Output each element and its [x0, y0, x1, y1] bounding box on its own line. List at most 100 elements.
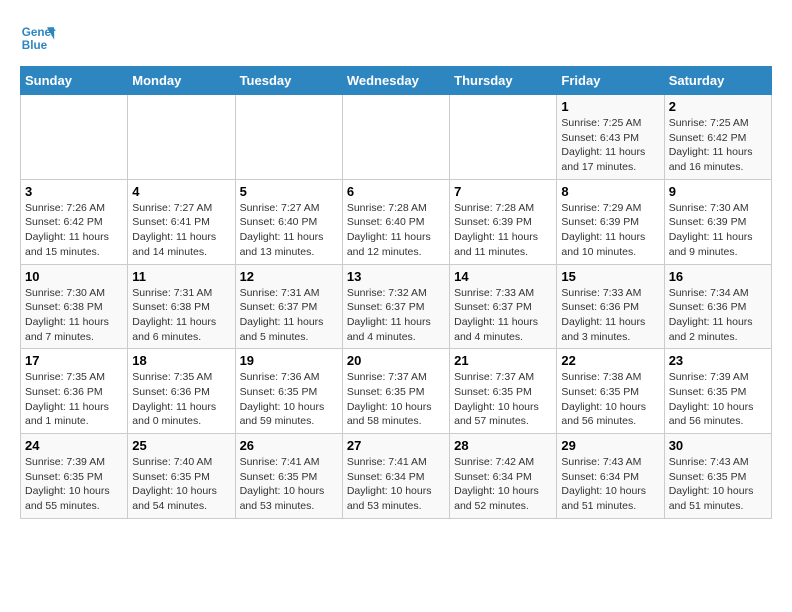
calendar-cell: 22 Sunrise: 7:38 AM Sunset: 6:35 PM Dayli…: [557, 349, 664, 434]
day-info: Sunrise: 7:35 AM Sunset: 6:36 PM Dayligh…: [25, 370, 123, 429]
calendar-cell: [235, 95, 342, 180]
day-info: Sunrise: 7:32 AM Sunset: 6:37 PM Dayligh…: [347, 286, 445, 345]
day-info: Sunrise: 7:30 AM Sunset: 6:39 PM Dayligh…: [669, 201, 767, 260]
weekday-header-tuesday: Tuesday: [235, 67, 342, 95]
calendar-cell: 12 Sunrise: 7:31 AM Sunset: 6:37 PM Dayli…: [235, 264, 342, 349]
calendar-cell: 1 Sunrise: 7:25 AM Sunset: 6:43 PM Daylig…: [557, 95, 664, 180]
calendar-cell: 3 Sunrise: 7:26 AM Sunset: 6:42 PM Daylig…: [21, 179, 128, 264]
day-number: 12: [240, 269, 338, 284]
day-info: Sunrise: 7:30 AM Sunset: 6:38 PM Dayligh…: [25, 286, 123, 345]
day-number: 24: [25, 438, 123, 453]
day-number: 19: [240, 353, 338, 368]
day-number: 29: [561, 438, 659, 453]
calendar-cell: 26 Sunrise: 7:41 AM Sunset: 6:35 PM Dayli…: [235, 434, 342, 519]
day-number: 8: [561, 184, 659, 199]
day-number: 4: [132, 184, 230, 199]
day-number: 14: [454, 269, 552, 284]
calendar-cell: 28 Sunrise: 7:42 AM Sunset: 6:34 PM Dayli…: [450, 434, 557, 519]
calendar-cell: 29 Sunrise: 7:43 AM Sunset: 6:34 PM Dayli…: [557, 434, 664, 519]
day-info: Sunrise: 7:31 AM Sunset: 6:38 PM Dayligh…: [132, 286, 230, 345]
calendar-cell: 18 Sunrise: 7:35 AM Sunset: 6:36 PM Dayli…: [128, 349, 235, 434]
logo-icon: General Blue: [20, 20, 56, 56]
day-number: 28: [454, 438, 552, 453]
day-info: Sunrise: 7:42 AM Sunset: 6:34 PM Dayligh…: [454, 455, 552, 514]
day-number: 1: [561, 99, 659, 114]
day-number: 13: [347, 269, 445, 284]
calendar-cell: 9 Sunrise: 7:30 AM Sunset: 6:39 PM Daylig…: [664, 179, 771, 264]
logo: General Blue: [20, 20, 56, 56]
day-info: Sunrise: 7:36 AM Sunset: 6:35 PM Dayligh…: [240, 370, 338, 429]
day-number: 15: [561, 269, 659, 284]
calendar-cell: 6 Sunrise: 7:28 AM Sunset: 6:40 PM Daylig…: [342, 179, 449, 264]
day-info: Sunrise: 7:35 AM Sunset: 6:36 PM Dayligh…: [132, 370, 230, 429]
day-number: 30: [669, 438, 767, 453]
day-number: 5: [240, 184, 338, 199]
day-number: 21: [454, 353, 552, 368]
calendar-cell: 4Sunrise: 7:27 AM Sunset: 6:41 PM Daylig…: [128, 179, 235, 264]
day-info: Sunrise: 7:25 AM Sunset: 6:42 PM Dayligh…: [669, 116, 767, 175]
day-number: 11: [132, 269, 230, 284]
day-number: 22: [561, 353, 659, 368]
calendar-cell: 8 Sunrise: 7:29 AM Sunset: 6:39 PM Daylig…: [557, 179, 664, 264]
weekday-header-monday: Monday: [128, 67, 235, 95]
day-info: Sunrise: 7:40 AM Sunset: 6:35 PM Dayligh…: [132, 455, 230, 514]
day-number: 9: [669, 184, 767, 199]
day-number: 2: [669, 99, 767, 114]
weekday-header-saturday: Saturday: [664, 67, 771, 95]
calendar-cell: 17 Sunrise: 7:35 AM Sunset: 6:36 PM Dayli…: [21, 349, 128, 434]
calendar-cell: [342, 95, 449, 180]
day-info: Sunrise: 7:41 AM Sunset: 6:35 PM Dayligh…: [240, 455, 338, 514]
day-info: Sunrise: 7:28 AM Sunset: 6:39 PM Dayligh…: [454, 201, 552, 260]
calendar-cell: 14 Sunrise: 7:33 AM Sunset: 6:37 PM Dayli…: [450, 264, 557, 349]
day-info: Sunrise: 7:34 AM Sunset: 6:36 PM Dayligh…: [669, 286, 767, 345]
day-number: 3: [25, 184, 123, 199]
day-number: 17: [25, 353, 123, 368]
day-info: Sunrise: 7:27 AM Sunset: 6:40 PM Dayligh…: [240, 201, 338, 260]
calendar-cell: 11 Sunrise: 7:31 AM Sunset: 6:38 PM Dayli…: [128, 264, 235, 349]
calendar-cell: 7Sunrise: 7:28 AM Sunset: 6:39 PM Daylig…: [450, 179, 557, 264]
calendar-cell: 25Sunrise: 7:40 AM Sunset: 6:35 PM Dayli…: [128, 434, 235, 519]
day-info: Sunrise: 7:41 AM Sunset: 6:34 PM Dayligh…: [347, 455, 445, 514]
day-number: 23: [669, 353, 767, 368]
day-number: 26: [240, 438, 338, 453]
calendar-cell: [450, 95, 557, 180]
day-info: Sunrise: 7:38 AM Sunset: 6:35 PM Dayligh…: [561, 370, 659, 429]
calendar-cell: [128, 95, 235, 180]
day-info: Sunrise: 7:39 AM Sunset: 6:35 PM Dayligh…: [669, 370, 767, 429]
calendar-cell: 10 Sunrise: 7:30 AM Sunset: 6:38 PM Dayli…: [21, 264, 128, 349]
day-info: Sunrise: 7:28 AM Sunset: 6:40 PM Dayligh…: [347, 201, 445, 260]
calendar-cell: 20 Sunrise: 7:37 AM Sunset: 6:35 PM Dayli…: [342, 349, 449, 434]
weekday-header-friday: Friday: [557, 67, 664, 95]
day-number: 10: [25, 269, 123, 284]
day-info: Sunrise: 7:25 AM Sunset: 6:43 PM Dayligh…: [561, 116, 659, 175]
calendar-cell: 2 Sunrise: 7:25 AM Sunset: 6:42 PM Daylig…: [664, 95, 771, 180]
calendar-cell: 19 Sunrise: 7:36 AM Sunset: 6:35 PM Dayli…: [235, 349, 342, 434]
calendar-cell: 16Sunrise: 7:34 AM Sunset: 6:36 PM Dayli…: [664, 264, 771, 349]
day-info: Sunrise: 7:43 AM Sunset: 6:35 PM Dayligh…: [669, 455, 767, 514]
day-info: Sunrise: 7:26 AM Sunset: 6:42 PM Dayligh…: [25, 201, 123, 260]
calendar-cell: 24Sunrise: 7:39 AM Sunset: 6:35 PM Dayli…: [21, 434, 128, 519]
day-info: Sunrise: 7:33 AM Sunset: 6:36 PM Dayligh…: [561, 286, 659, 345]
calendar-cell: 23 Sunrise: 7:39 AM Sunset: 6:35 PM Dayli…: [664, 349, 771, 434]
day-number: 6: [347, 184, 445, 199]
calendar-cell: 21 Sunrise: 7:37 AM Sunset: 6:35 PM Dayli…: [450, 349, 557, 434]
calendar-cell: 13 Sunrise: 7:32 AM Sunset: 6:37 PM Dayli…: [342, 264, 449, 349]
calendar-cell: 5 Sunrise: 7:27 AM Sunset: 6:40 PM Daylig…: [235, 179, 342, 264]
day-number: 20: [347, 353, 445, 368]
calendar-cell: 30 Sunrise: 7:43 AM Sunset: 6:35 PM Dayli…: [664, 434, 771, 519]
calendar-cell: 15 Sunrise: 7:33 AM Sunset: 6:36 PM Dayli…: [557, 264, 664, 349]
day-number: 18: [132, 353, 230, 368]
day-info: Sunrise: 7:33 AM Sunset: 6:37 PM Dayligh…: [454, 286, 552, 345]
day-info: Sunrise: 7:31 AM Sunset: 6:37 PM Dayligh…: [240, 286, 338, 345]
day-info: Sunrise: 7:43 AM Sunset: 6:34 PM Dayligh…: [561, 455, 659, 514]
calendar-cell: 27 Sunrise: 7:41 AM Sunset: 6:34 PM Dayli…: [342, 434, 449, 519]
svg-text:Blue: Blue: [22, 39, 48, 52]
calendar-table: SundayMondayTuesdayWednesdayThursdayFrid…: [20, 66, 772, 519]
weekday-header-sunday: Sunday: [21, 67, 128, 95]
day-info: Sunrise: 7:37 AM Sunset: 6:35 PM Dayligh…: [347, 370, 445, 429]
day-number: 27: [347, 438, 445, 453]
day-info: Sunrise: 7:37 AM Sunset: 6:35 PM Dayligh…: [454, 370, 552, 429]
page-header: General Blue: [20, 20, 772, 56]
calendar-cell: [21, 95, 128, 180]
day-info: Sunrise: 7:29 AM Sunset: 6:39 PM Dayligh…: [561, 201, 659, 260]
